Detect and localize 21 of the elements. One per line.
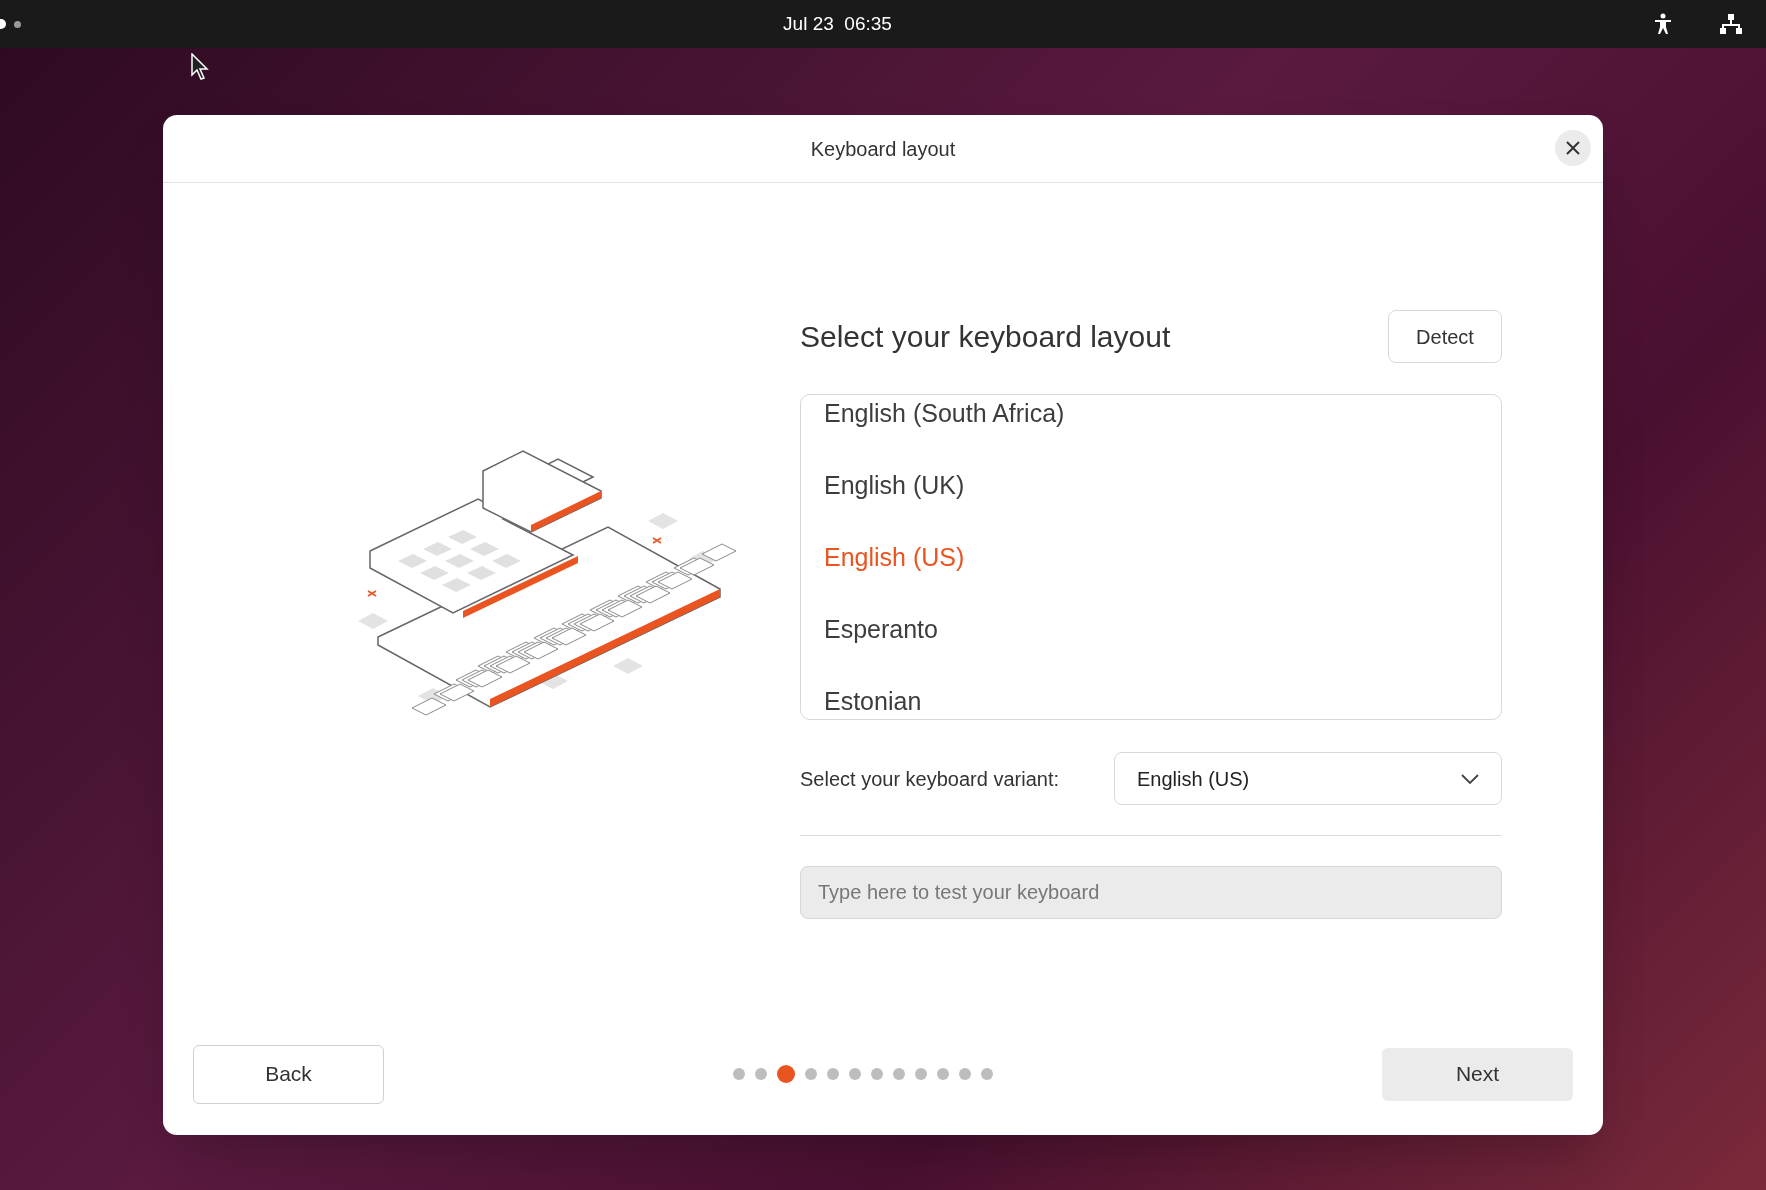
detect-button[interactable]: Detect — [1388, 310, 1502, 363]
workspace-indicator[interactable] — [14, 20, 21, 28]
close-icon — [1566, 141, 1580, 155]
back-button[interactable]: Back — [193, 1044, 384, 1104]
layout-list-item[interactable]: English (UK) — [824, 467, 965, 505]
layout-list-item[interactable]: Estonian — [824, 683, 922, 719]
window-title: Keyboard layout — [810, 136, 956, 162]
variant-dropdown[interactable]: English (US) — [1114, 752, 1502, 805]
layout-list-item[interactable]: Esperanto — [824, 611, 938, 649]
test-input-field[interactable]: Type here to test your keyboard — [800, 866, 1502, 919]
pointer-icon — [191, 53, 211, 81]
accessibility-icon[interactable] — [1654, 13, 1672, 35]
heading: Select your keyboard layout — [800, 319, 1171, 355]
clock[interactable]: Jul 23 06:35 — [783, 9, 892, 39]
close-button[interactable] — [1555, 130, 1591, 166]
chevron-down-icon — [1461, 773, 1479, 784]
next-button[interactable]: Next — [1382, 1047, 1573, 1101]
layout-list-item[interactable]: English (US) — [824, 539, 965, 577]
network-icon[interactable] — [1720, 14, 1742, 34]
layout-list-item[interactable]: English (South Africa) — [824, 395, 1065, 433]
variant-label: Select your keyboard variant: — [800, 766, 1060, 792]
